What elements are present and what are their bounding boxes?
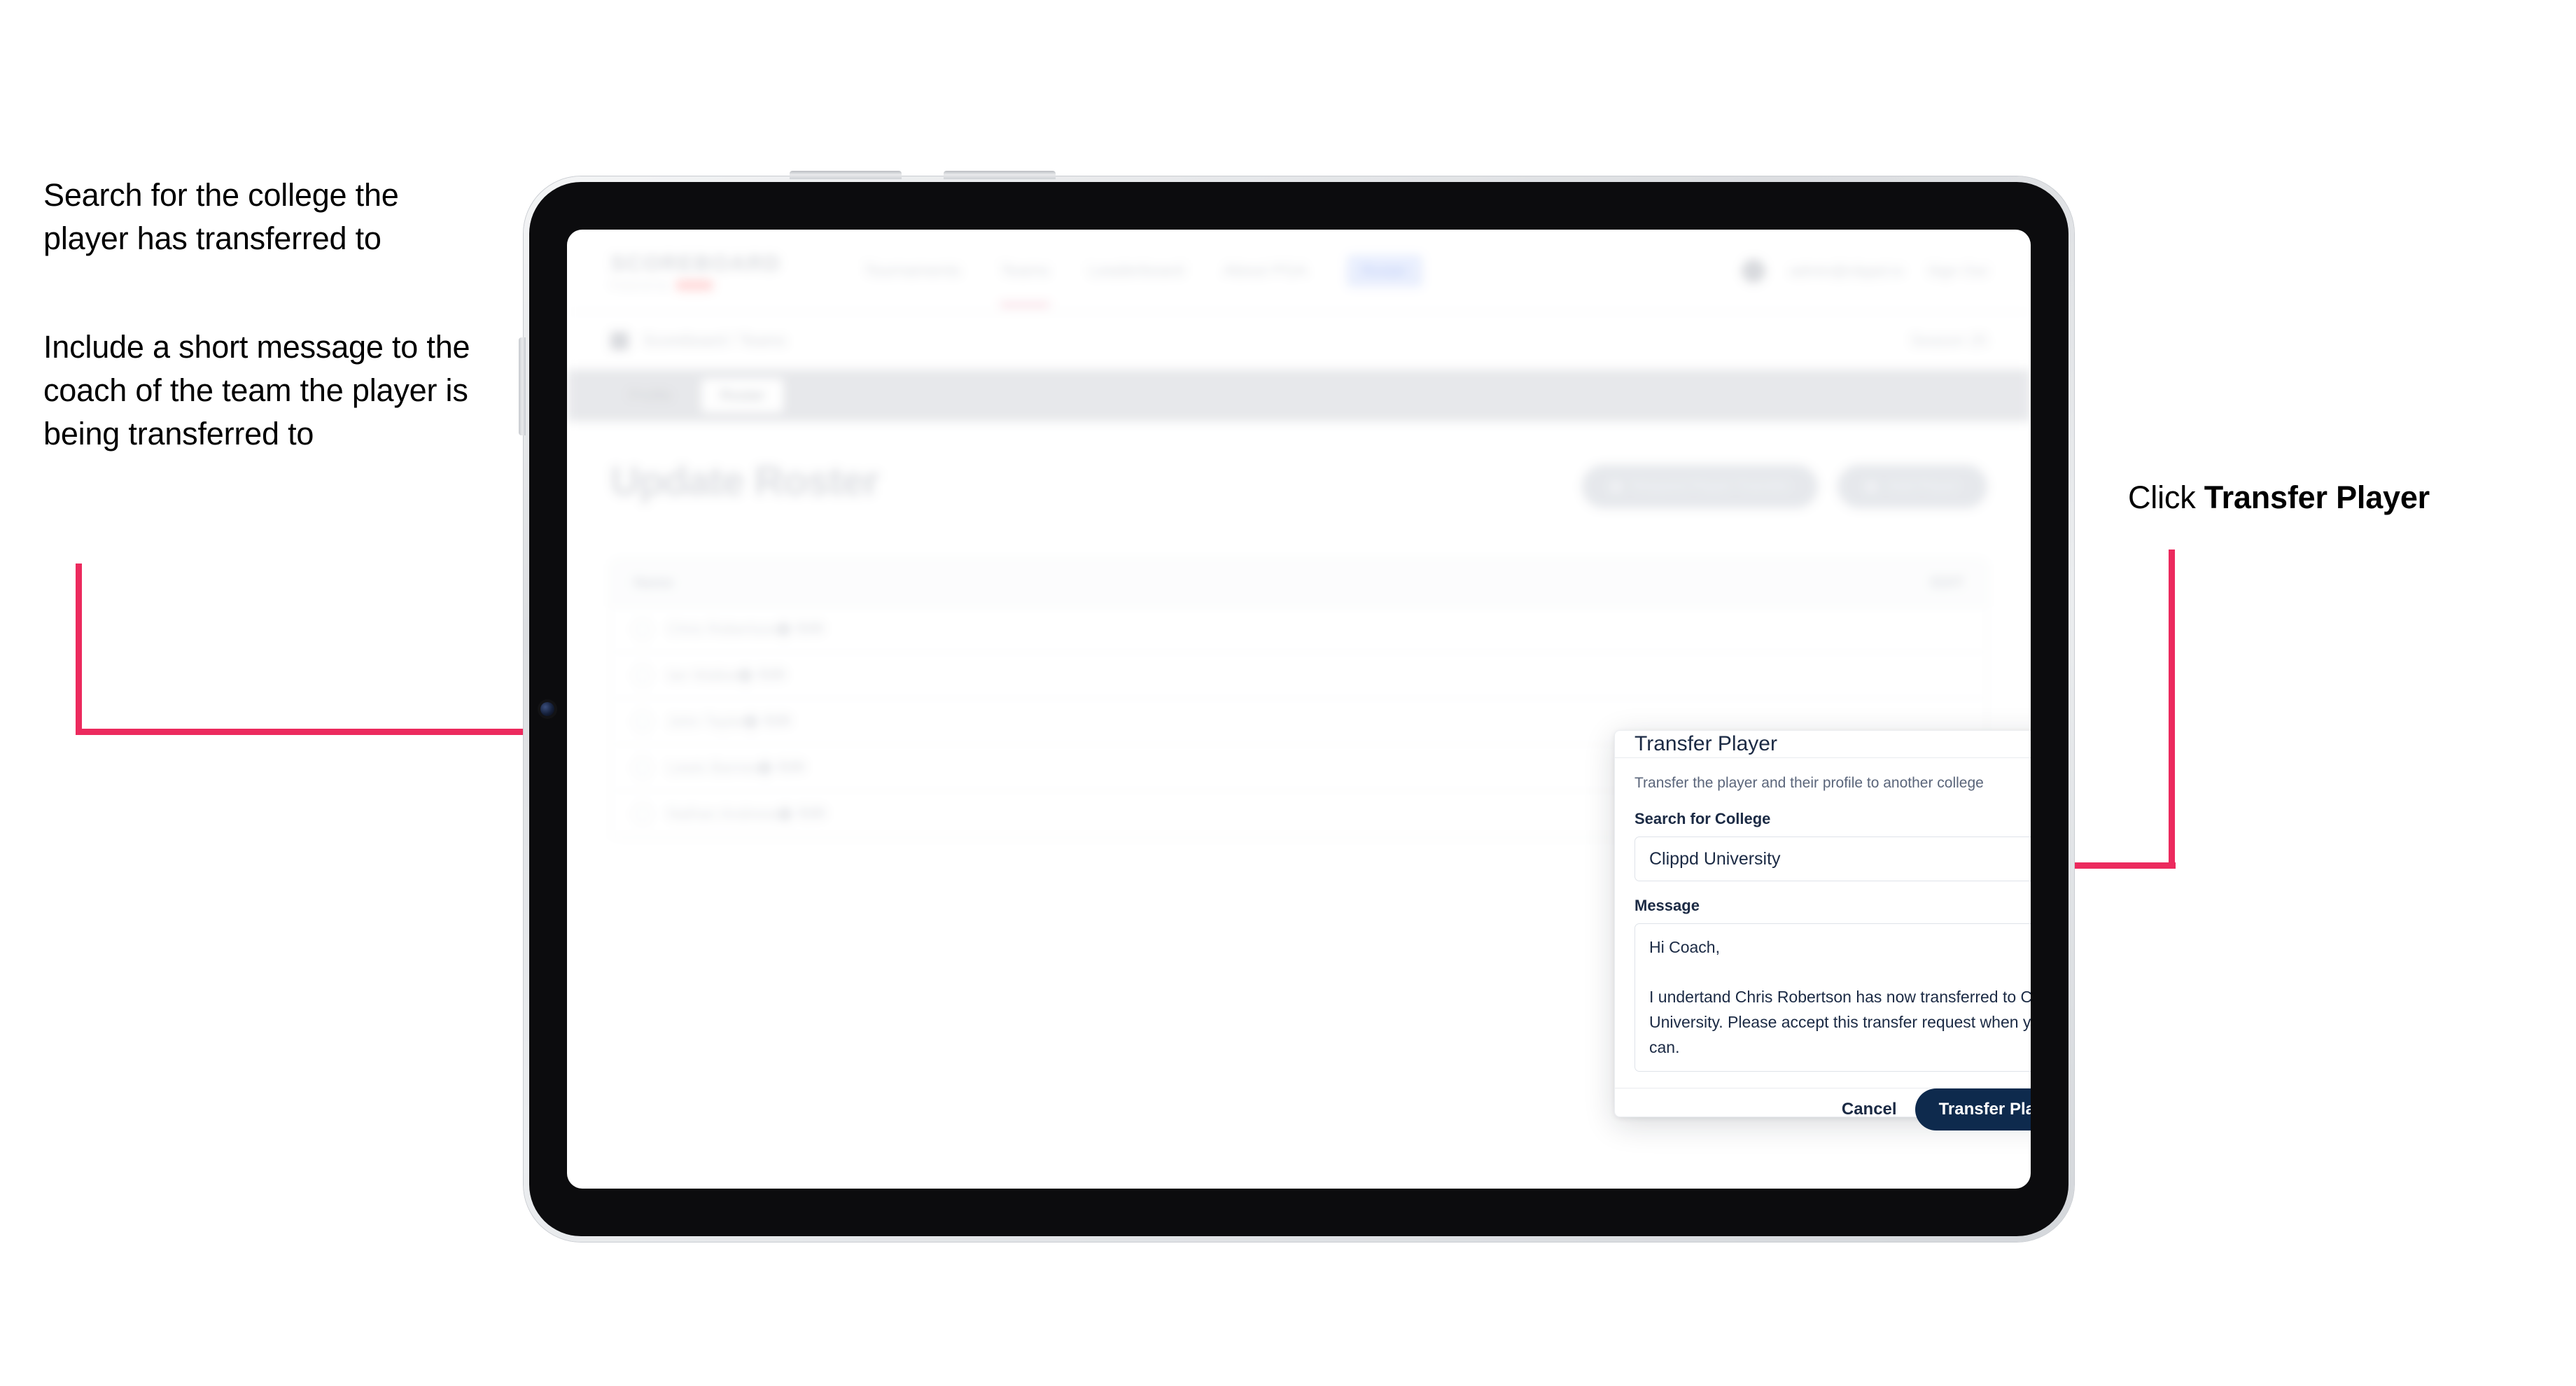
avatar[interactable] [1742, 258, 1766, 283]
screenshot-canvas: Search for the college the player has tr… [0, 0, 2576, 1386]
request-player-transfer-button[interactable]: Request Player Transfer [1581, 465, 1819, 508]
dialog-header: Transfer Player ✕ [1615, 731, 2031, 758]
edit-label: Edit [764, 713, 791, 729]
player-name: Lewis Barnes [667, 758, 760, 776]
player-name: John Taylor [667, 712, 746, 730]
annotation-line-left-vertical [76, 564, 82, 735]
edit-label: Edit [778, 760, 805, 775]
nav-user-area: admin@clippd.io Sign Out [1742, 258, 1987, 283]
edit-link[interactable]: Edit [743, 713, 791, 729]
app-top-nav: SCOREBOARD Powered by Tournaments Teams … [567, 230, 2031, 312]
annotation-include-message: Include a short message to the coach of … [43, 329, 470, 452]
edit-label: Edit [799, 806, 826, 821]
pencil-icon [757, 760, 774, 776]
search-college-input[interactable] [1634, 836, 2031, 881]
edit-link[interactable]: Edit [776, 621, 824, 637]
annotation-click-bold: Transfer Player [2204, 479, 2430, 515]
college-field-label: Search for College [1634, 810, 1771, 827]
table-row[interactable]: Chris Robertson Edit [611, 606, 1987, 652]
player-name: Nathan Andrews [667, 804, 780, 822]
row-checkbox[interactable] [634, 620, 652, 638]
plus-icon [1865, 480, 1878, 493]
dialog-title: Transfer Player [1634, 732, 1777, 755]
breadcrumb-season[interactable]: Season 25 [1910, 331, 1987, 350]
tab-strip: Profile Roster [567, 370, 2031, 421]
row-checkbox[interactable] [634, 804, 652, 823]
power-button[interactable] [519, 337, 526, 435]
nav-pill-roster[interactable]: Roster [1346, 254, 1423, 287]
volume-up-button[interactable] [790, 171, 902, 179]
transfer-player-dialog: Transfer Player ✕ Transfer the player an… [1614, 730, 2031, 1130]
breadcrumb: Scoreboard / Teams Season 25 [567, 312, 2031, 370]
annotation-click-prefix: Click [2128, 479, 2204, 515]
dialog-description: Transfer the player and their profile to… [1634, 775, 1984, 791]
transfer-player-button[interactable]: Transfer Player [1914, 1088, 2031, 1130]
player-name: Ian Walker [667, 666, 741, 684]
edit-label: Edit [759, 667, 786, 682]
dialog-footer: Cancel Transfer Player [1615, 1088, 2031, 1130]
nav-links: Tournaments Teams Leaderboard About PGA … [864, 254, 1423, 307]
breadcrumb-text: Scoreboard / Teams [643, 331, 787, 349]
row-checkbox[interactable] [634, 666, 652, 685]
request-player-transfer-label: Request Player Transfer [1631, 478, 1791, 494]
brand-wordmark: SCOREBOARD [610, 251, 781, 275]
volume-down-button[interactable] [944, 171, 1056, 179]
annotation-search-college: Search for the college the player has tr… [43, 177, 399, 257]
edit-label: Edit [797, 621, 824, 636]
clippd-badge-icon [676, 279, 713, 290]
nav-signout[interactable]: Sign Out [1927, 262, 1987, 280]
cancel-button[interactable]: Cancel [1842, 1100, 1897, 1119]
dialog-body: Transfer the player and their profile to… [1615, 758, 2031, 1088]
camera-icon [540, 702, 554, 716]
row-checkbox[interactable] [634, 758, 652, 777]
tablet-screen: SCOREBOARD Powered by Tournaments Teams … [567, 230, 2031, 1189]
row-checkbox[interactable] [634, 712, 652, 731]
brand-powered-by: Powered by [610, 279, 669, 290]
pencil-icon [776, 621, 792, 637]
pencil-icon [778, 806, 794, 822]
transfer-icon [1609, 480, 1622, 493]
team-icon [610, 331, 629, 350]
message-field-label: Message [1634, 897, 1700, 914]
page-header-actions: Request Player Transfer Add Player [1581, 465, 1987, 508]
pencil-icon [743, 713, 760, 729]
edit-link[interactable]: Edit [778, 806, 826, 822]
table-row[interactable]: Ian Walker Edit [611, 652, 1987, 699]
column-header-edit: EDIT [1931, 574, 1964, 591]
tab-roster[interactable]: Roster [701, 379, 784, 412]
table-header-row: Name EDIT [611, 560, 1987, 606]
annotation-line-right-vertical [2169, 550, 2175, 868]
edit-link[interactable]: Edit [757, 760, 805, 776]
player-name: Chris Robertson [667, 620, 778, 638]
brand-subline: Powered by [610, 279, 781, 290]
nav-link-about-pga[interactable]: About PGA [1223, 261, 1307, 281]
add-player-button[interactable]: Add Player [1837, 465, 1987, 508]
nav-link-teams[interactable]: Teams [1000, 261, 1049, 307]
app-logo[interactable]: SCOREBOARD Powered by [610, 251, 781, 290]
pencil-icon [738, 667, 754, 683]
annotation-click-transfer: Click Transfer Player [2128, 476, 2562, 519]
column-header-name: Name [634, 574, 674, 591]
edit-link[interactable]: Edit [738, 667, 786, 683]
tablet-bezel: SCOREBOARD Powered by Tournaments Teams … [529, 182, 2068, 1236]
nav-link-leaderboard[interactable]: Leaderboard [1088, 261, 1184, 281]
nav-link-tournaments[interactable]: Tournaments [864, 261, 961, 281]
tab-profile[interactable]: Profile [610, 379, 690, 412]
nav-user-email: admin@clippd.io [1789, 261, 1904, 279]
tablet-device-frame: SCOREBOARD Powered by Tournaments Teams … [519, 171, 2074, 1242]
message-textarea[interactable] [1634, 923, 2031, 1072]
add-player-label: Add Player [1887, 478, 1959, 494]
